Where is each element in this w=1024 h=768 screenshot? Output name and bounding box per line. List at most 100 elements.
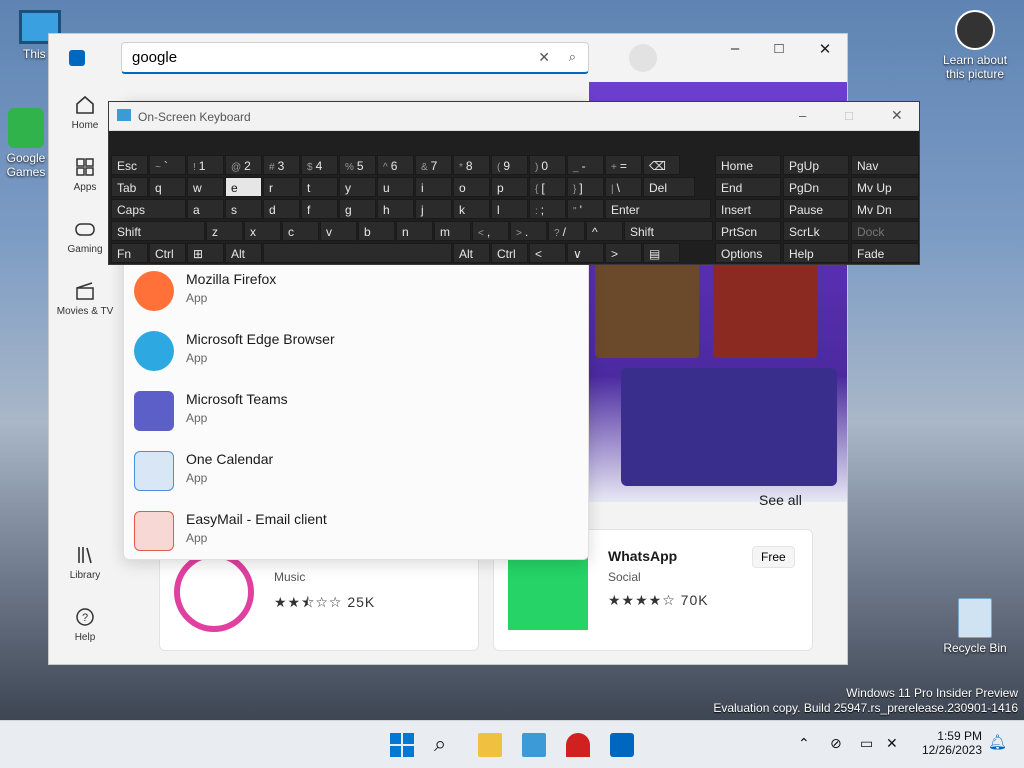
start-windows-icon[interactable]: [390, 733, 414, 757]
osk-side-key[interactable]: Nav: [851, 155, 919, 175]
osk-side-key[interactable]: Insert: [715, 199, 781, 219]
osk-key[interactable]: Caps: [111, 199, 186, 219]
osk-key[interactable]: k: [453, 199, 490, 219]
nav-help[interactable]: ? Help: [49, 606, 121, 643]
suggestion-item[interactable]: Microsoft Edge Browser App: [124, 321, 590, 381]
osk-key[interactable]: s: [225, 199, 262, 219]
osk-key[interactable]: v: [320, 221, 357, 241]
osk-maximize-button[interactable]: □: [845, 108, 853, 123]
osk-key[interactable]: q: [149, 177, 186, 197]
network-icon[interactable]: ⊘: [830, 735, 842, 752]
osk-key[interactable]: & 7: [415, 155, 452, 175]
desktop-icon-learn-picture[interactable]: Learn about this picture: [935, 10, 1015, 81]
on-screen-keyboard-taskbar-icon[interactable]: [522, 733, 546, 757]
search-input[interactable]: [132, 49, 512, 66]
osk-side-key[interactable]: Fade: [851, 243, 919, 263]
osk-side-key[interactable]: PgDn: [783, 177, 849, 197]
osk-key[interactable]: c: [282, 221, 319, 241]
osk-key[interactable]: * 8: [453, 155, 490, 175]
osk-key[interactable]: ⊞: [187, 243, 224, 263]
display-icon[interactable]: ▭: [860, 735, 873, 752]
osk-key[interactable]: t: [301, 177, 338, 197]
osk-key[interactable]: h: [377, 199, 414, 219]
osk-key[interactable]: Ctrl: [491, 243, 528, 263]
osk-side-key[interactable]: Dock: [851, 221, 919, 241]
promo-tile[interactable]: [595, 262, 699, 358]
osk-key[interactable]: >: [605, 243, 642, 263]
osk-key[interactable]: ⌫: [643, 155, 680, 175]
osk-key[interactable]: Shift: [624, 221, 713, 241]
osk-close-button[interactable]: ✕: [891, 107, 903, 124]
osk-key[interactable]: % 5: [339, 155, 376, 175]
osk-key[interactable]: ) 0: [529, 155, 566, 175]
osk-key[interactable]: Del: [643, 177, 695, 197]
osk-key[interactable]: n: [396, 221, 433, 241]
microsoft-store-taskbar-icon[interactable]: [610, 733, 634, 757]
close-button[interactable]: ✕: [805, 40, 845, 62]
osk-key[interactable]: Tab: [111, 177, 148, 197]
osk-key[interactable]: a: [187, 199, 224, 219]
osk-minimize-button[interactable]: –: [799, 108, 806, 123]
osk-side-key[interactable]: Options: [715, 243, 781, 263]
osk-side-key[interactable]: Mv Dn: [851, 199, 919, 219]
osk-key[interactable]: Ctrl: [149, 243, 186, 263]
osk-key[interactable]: ? /: [548, 221, 585, 241]
osk-key[interactable]: " ': [567, 199, 604, 219]
magnet-app-icon[interactable]: [566, 733, 590, 757]
suggestion-item[interactable]: EasyMail - Email client App: [124, 501, 590, 561]
promo-tile[interactable]: [621, 368, 837, 486]
osk-side-key[interactable]: Mv Up: [851, 177, 919, 197]
suggestion-item[interactable]: Mozilla Firefox App: [124, 261, 590, 321]
osk-key[interactable]: w: [187, 177, 224, 197]
desktop-icon-recycle-bin[interactable]: Recycle Bin: [935, 598, 1015, 655]
osk-key[interactable]: (9: [491, 155, 528, 175]
osk-key[interactable]: Alt: [225, 243, 262, 263]
osk-key[interactable]: z: [206, 221, 243, 241]
osk-side-key[interactable]: Help: [783, 243, 849, 263]
osk-key[interactable]: ! 1: [187, 155, 224, 175]
osk-key[interactable]: {[: [529, 177, 566, 197]
osk-key[interactable]: <: [529, 243, 566, 263]
osk-key[interactable]: | \: [605, 177, 642, 197]
search-icon[interactable]: ⌕: [434, 733, 458, 757]
osk-key[interactable]: #3: [263, 155, 300, 175]
suggestion-item[interactable]: One Calendar App: [124, 441, 590, 501]
osk-key[interactable]: Enter: [605, 199, 711, 219]
osk-key[interactable]: p: [491, 177, 528, 197]
volume-muted-icon[interactable]: ✕: [886, 735, 898, 752]
maximize-button[interactable]: □: [759, 40, 799, 62]
osk-side-key[interactable]: PgUp: [783, 155, 849, 175]
osk-side-key[interactable]: End: [715, 177, 781, 197]
osk-key[interactable]: i: [415, 177, 452, 197]
osk-key[interactable]: Fn: [111, 243, 148, 263]
osk-key[interactable]: <,: [472, 221, 509, 241]
osk-key[interactable]: ^: [586, 221, 623, 241]
osk-key[interactable]: m: [434, 221, 471, 241]
osk-key[interactable]: @2: [225, 155, 262, 175]
see-all-link[interactable]: See all: [759, 492, 802, 508]
osk-key[interactable]: d: [263, 199, 300, 219]
osk-side-key[interactable]: ScrLk: [783, 221, 849, 241]
price-badge[interactable]: Free: [752, 546, 795, 568]
osk-key[interactable]: $4: [301, 155, 338, 175]
osk-side-key[interactable]: Pause: [783, 199, 849, 219]
osk-key[interactable]: [263, 243, 452, 263]
osk-key[interactable]: ▤: [643, 243, 680, 263]
osk-key[interactable]: g: [339, 199, 376, 219]
osk-key[interactable]: >.: [510, 221, 547, 241]
osk-key[interactable]: :;: [529, 199, 566, 219]
nav-movies[interactable]: Movies & TV: [49, 280, 121, 317]
tray-chevron-icon[interactable]: ⌃: [798, 735, 810, 752]
osk-key[interactable]: Shift: [111, 221, 205, 241]
osk-side-key[interactable]: Home: [715, 155, 781, 175]
search-icon[interactable]: ⌕: [569, 49, 576, 65]
osk-key[interactable]: j: [415, 199, 452, 219]
osk-key[interactable]: ∨: [567, 243, 604, 263]
osk-key[interactable]: + =: [605, 155, 642, 175]
osk-key[interactable]: }]: [567, 177, 604, 197]
osk-key[interactable]: Alt: [453, 243, 490, 263]
suggestion-item[interactable]: Microsoft Teams App: [124, 381, 590, 441]
minimize-button[interactable]: –: [715, 40, 755, 62]
osk-key[interactable]: ^ 6: [377, 155, 414, 175]
osk-key[interactable]: r: [263, 177, 300, 197]
